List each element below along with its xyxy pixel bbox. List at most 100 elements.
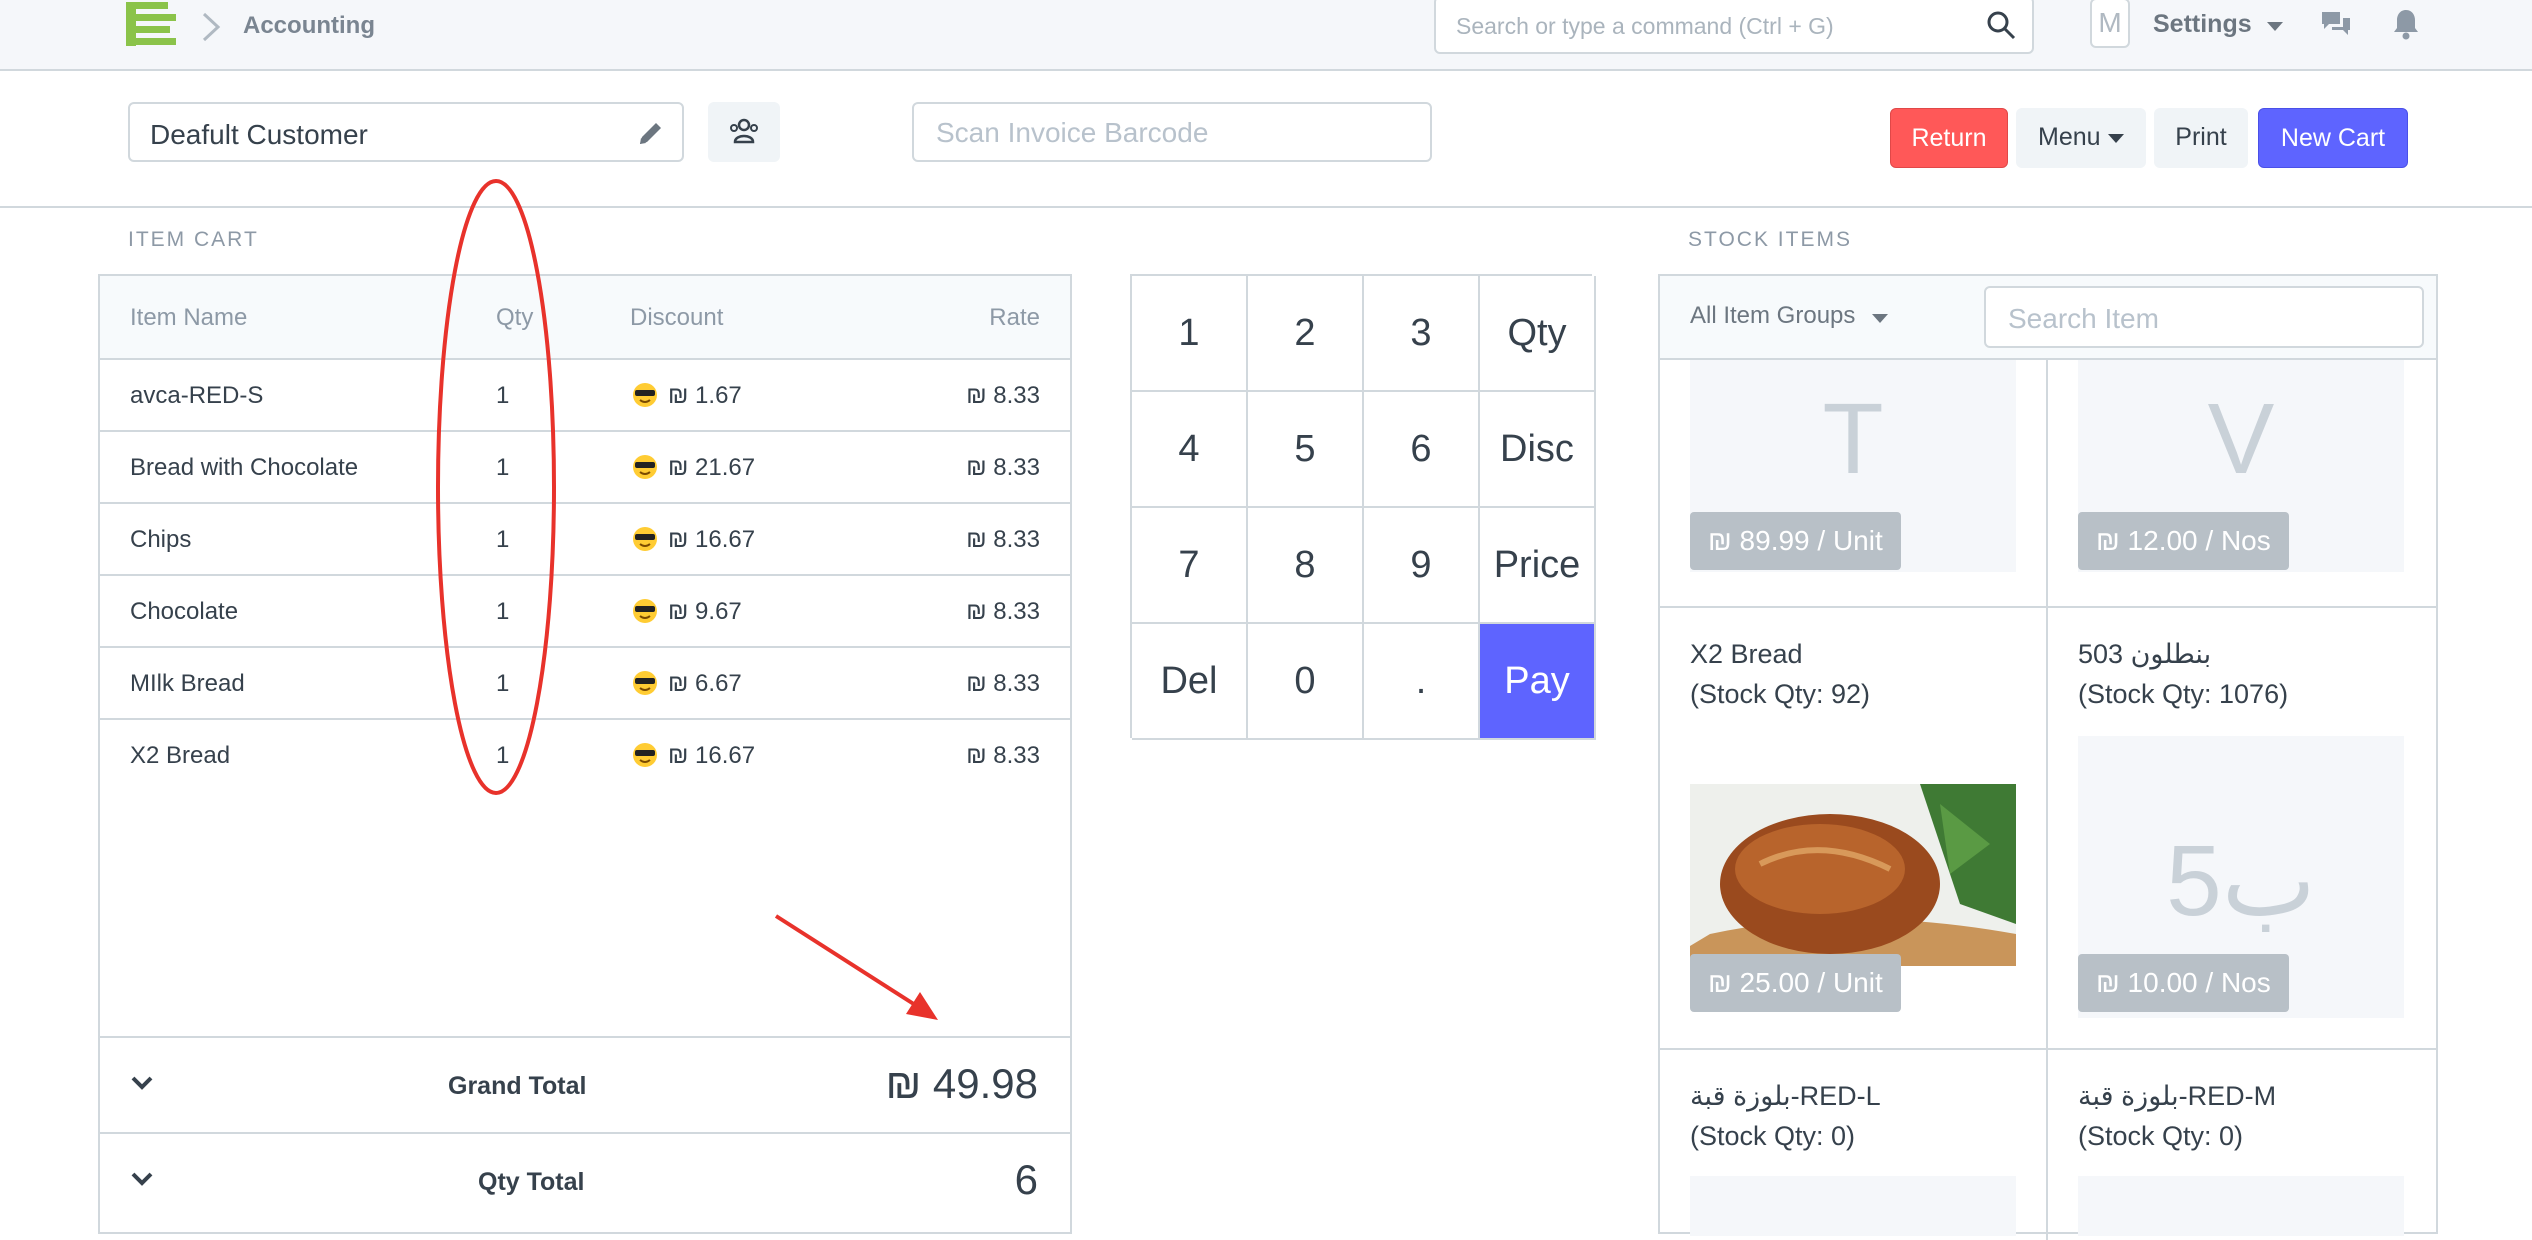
cart-item-name: avca-RED-S — [130, 382, 264, 409]
chevron-down-icon[interactable] — [130, 1170, 154, 1188]
stock-items-panel: All Item Groups T ₪ 89.99 / Unit V ₪ 12.… — [1658, 274, 2438, 1240]
grand-total-row[interactable]: Grand Total ₪ 49.98 — [100, 1036, 1070, 1132]
item-placeholder-letter: V — [2207, 383, 2275, 495]
cart-item-rate: ₪ 8.33 — [966, 526, 1040, 553]
cart-item-discount: ₪ 9.67 — [668, 598, 742, 625]
invoice-barcode-input[interactable] — [934, 114, 1414, 152]
cart-item-qty: 1 — [496, 598, 510, 625]
chevron-right-icon — [202, 12, 221, 42]
grand-total-value: ₪ 49.98 — [885, 1060, 1038, 1107]
stock-row-divider — [1660, 1048, 2436, 1050]
search-icon[interactable] — [1986, 10, 2016, 40]
bread-photo — [1690, 784, 2016, 966]
settings-dropdown[interactable]: Settings — [2153, 10, 2252, 39]
stock-item-tile[interactable] — [2078, 1176, 2404, 1236]
stock-item-tile[interactable] — [1690, 1176, 2016, 1236]
stock-item-title[interactable]: X2 Bread (Stock Qty: 92) — [1690, 634, 1870, 714]
new-cart-button[interactable]: New Cart — [2258, 108, 2408, 168]
stock-item-tile[interactable]: V ₪ 12.00 / Nos — [2078, 360, 2404, 572]
stock-item-title[interactable]: بلوزة قبة-RED-M (Stock Qty: 0) — [2078, 1076, 2276, 1156]
sunglasses-emoji-icon — [633, 383, 657, 407]
app-logo-icon[interactable] — [126, 2, 178, 46]
return-button[interactable]: Return — [1890, 108, 2008, 168]
global-search[interactable] — [1434, 0, 2034, 54]
chat-icon[interactable] — [2320, 10, 2352, 40]
stock-item-title[interactable]: 503 بنطلون (Stock Qty: 1076) — [2078, 634, 2288, 714]
cart-item-name: Chocolate — [130, 598, 239, 625]
numpad-key-disc[interactable]: Disc — [1480, 392, 1596, 508]
numpad-key-8[interactable]: 8 — [1248, 508, 1364, 624]
sunglasses-emoji-icon — [633, 599, 657, 623]
numpad-key-4[interactable]: 4 — [1132, 392, 1248, 508]
grand-total-label: Grand Total — [448, 1072, 587, 1100]
numpad-key-2[interactable]: 2 — [1248, 276, 1364, 392]
global-search-input[interactable] — [1454, 6, 1974, 46]
sunglasses-emoji-icon — [633, 671, 657, 695]
item-price-badge: ₪ 25.00 / Unit — [1690, 954, 1901, 1012]
item-placeholder-letter: ب5 — [2166, 825, 2316, 937]
stock-item-title[interactable]: بلوزة قبة-RED-L (Stock Qty: 0) — [1690, 1076, 1881, 1156]
stock-item-tile[interactable]: ب5 ₪ 10.00 / Nos — [2078, 736, 2404, 1018]
cart-item-discount: ₪ 1.67 — [668, 382, 742, 409]
item-group-caret-icon[interactable] — [1872, 314, 1888, 323]
numpad-key-5[interactable]: 5 — [1248, 392, 1364, 508]
item-search-input[interactable] — [2006, 300, 2406, 338]
numpad-key-0[interactable]: 0 — [1248, 624, 1364, 740]
cart-row[interactable]: Chips 1 ₪ 16.67 ₪ 8.33 — [100, 504, 1070, 576]
cart-item-rate: ₪ 8.33 — [966, 670, 1040, 697]
chevron-down-icon[interactable] — [130, 1074, 154, 1092]
numpad-key-1[interactable]: 1 — [1132, 276, 1248, 392]
stock-grid-divider — [2046, 360, 2048, 1240]
numpad-key-price[interactable]: Price — [1480, 508, 1596, 624]
cart-row[interactable]: Chocolate 1 ₪ 9.67 ₪ 8.33 — [100, 576, 1070, 648]
invoice-barcode-field[interactable] — [912, 102, 1432, 162]
cart-row[interactable]: MIlk Bread 1 ₪ 6.67 ₪ 8.33 — [100, 648, 1070, 720]
settings-caret-icon[interactable] — [2267, 22, 2283, 31]
notification-bell-icon[interactable] — [2392, 8, 2420, 40]
column-qty: Qty — [496, 304, 534, 331]
cart-item-qty: 1 — [496, 382, 510, 409]
print-button[interactable]: Print — [2154, 108, 2248, 168]
item-stock-qty: (Stock Qty: 0) — [2078, 1121, 2244, 1151]
breadcrumb-accounting[interactable]: Accounting — [243, 12, 375, 40]
customer-group-icon — [730, 118, 758, 144]
stock-item-tile[interactable]: T ₪ 89.99 / Unit — [1690, 360, 2016, 572]
cart-row[interactable]: X2 Bread 1 ₪ 16.67 ₪ 8.33 — [100, 720, 1070, 792]
menu-button-label: Menu — [2038, 123, 2101, 151]
numpad-key-dot[interactable]: . — [1364, 624, 1480, 740]
cart-row[interactable]: Bread with Chocolate 1 ₪ 21.67 ₪ 8.33 — [100, 432, 1070, 504]
numpad-key-9[interactable]: 9 — [1364, 508, 1480, 624]
cart-row[interactable]: avca-RED-S 1 ₪ 1.67 ₪ 8.33 — [100, 360, 1070, 432]
qty-total-row[interactable]: Qty Total 6 — [100, 1132, 1070, 1228]
edit-pencil-icon[interactable] — [636, 118, 666, 148]
item-cart: Item Name Qty Discount Rate avca-RED-S 1… — [98, 274, 1072, 1234]
menu-button[interactable]: Menu — [2016, 108, 2146, 168]
cart-item-rate: ₪ 8.33 — [966, 382, 1040, 409]
numpad-key-6[interactable]: 6 — [1364, 392, 1480, 508]
item-stock-qty: (Stock Qty: 1076) — [2078, 679, 2289, 709]
pay-button[interactable]: Pay — [1480, 624, 1596, 740]
item-group-select[interactable]: All Item Groups — [1690, 302, 1855, 330]
item-name: X2 Bread — [1690, 639, 1803, 669]
numpad-key-7[interactable]: 7 — [1132, 508, 1248, 624]
cart-item-name: Chips — [130, 526, 192, 553]
numpad-key-del[interactable]: Del — [1132, 624, 1248, 740]
customer-details-button[interactable] — [708, 102, 780, 162]
numpad-key-3[interactable]: 3 — [1364, 276, 1480, 392]
item-cart-label: ITEM CART — [128, 228, 259, 251]
item-name: بلوزة قبة-RED-M — [2078, 1081, 2277, 1111]
cart-item-rate: ₪ 8.33 — [966, 742, 1040, 769]
item-search-field[interactable] — [1984, 286, 2424, 348]
cart-item-name: Bread with Chocolate — [130, 454, 359, 481]
navbar: Accounting M Settings — [0, 0, 2532, 71]
numpad-key-qty[interactable]: Qty — [1480, 276, 1596, 392]
customer-field[interactable]: Deafult Customer — [128, 102, 684, 162]
cart-item-qty: 1 — [496, 526, 510, 553]
cart-item-discount: ₪ 6.67 — [668, 670, 742, 697]
cart-item-name: MIlk Bread — [130, 670, 245, 697]
stock-item-tile[interactable]: ₪ 25.00 / Unit — [1690, 784, 2016, 1022]
item-price-badge: ₪ 10.00 / Nos — [2078, 954, 2289, 1012]
cart-item-rate: ₪ 8.33 — [966, 598, 1040, 625]
item-stock-qty: (Stock Qty: 92) — [1690, 679, 1871, 709]
user-avatar[interactable]: M — [2090, 0, 2130, 48]
